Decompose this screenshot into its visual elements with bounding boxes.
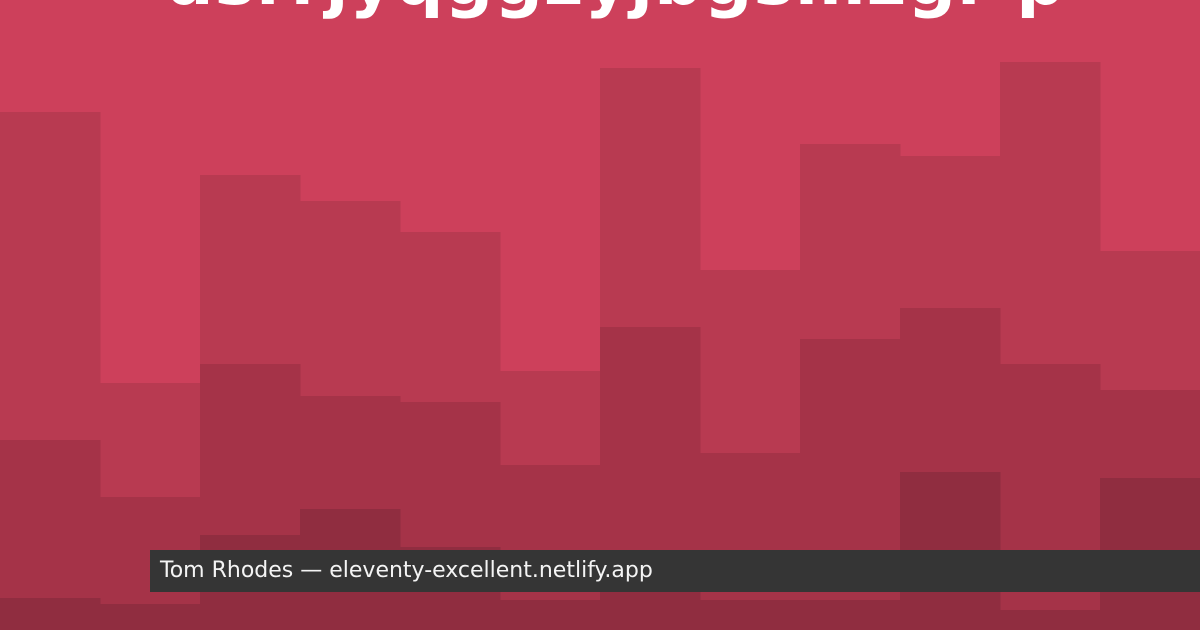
byline-text: Tom Rhodes — eleventy-excellent.netlify.… <box>160 560 653 582</box>
bg-step-3-8 <box>700 600 801 630</box>
site-url: eleventy-excellent.netlify.app <box>329 558 653 583</box>
stepped-bars-background <box>0 62 1200 630</box>
bg-step-3-2 <box>100 604 201 630</box>
byline-separator: — <box>300 558 323 583</box>
bg-step-3-6 <box>500 600 601 630</box>
bg-step-3-1 <box>0 598 101 630</box>
card-title: dsrrjyqggzyjbgsmzgr p <box>165 0 1200 16</box>
bg-step-3-11 <box>1000 610 1101 630</box>
author-name: Tom Rhodes <box>160 558 294 583</box>
social-card: dsrrjyqggzyjbgsmzgr p Tom Rhodes — eleve… <box>0 0 1200 630</box>
bg-step-3-9 <box>800 600 901 630</box>
byline-bar: Tom Rhodes — eleventy-excellent.netlify.… <box>150 550 1200 592</box>
